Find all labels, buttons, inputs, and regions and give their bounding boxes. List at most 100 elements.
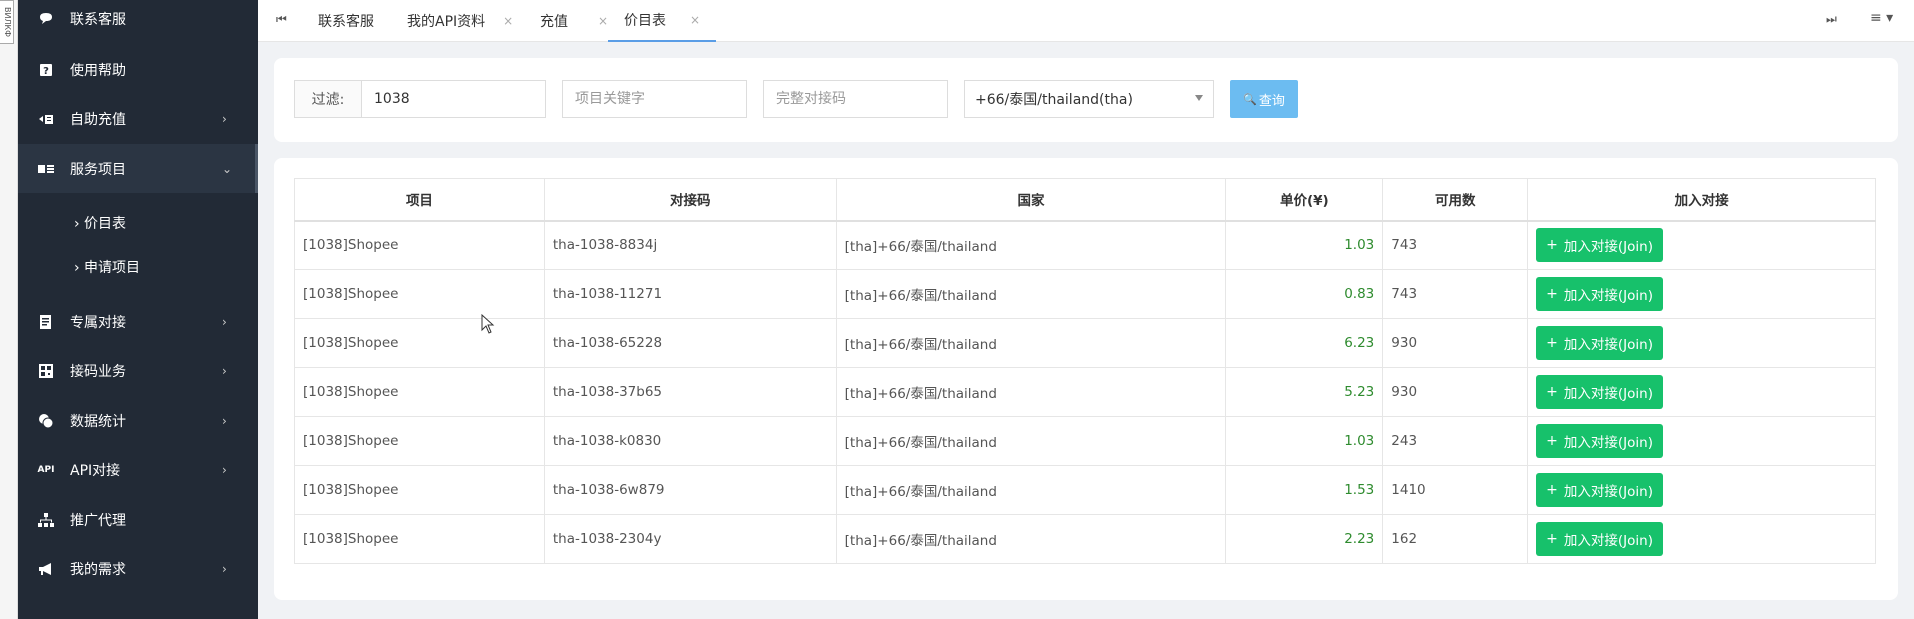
join-button-label: 加入对接(Join) (1563, 239, 1653, 256)
tab-label: 我的API资料 (407, 14, 486, 30)
join-button[interactable]: + 加入对接(Join) (1536, 326, 1663, 360)
sidebar-item-exclusive[interactable]: 专属对接 › (18, 297, 258, 346)
cell-join: + 加入对接(Join) (1527, 220, 1876, 270)
caret-down-icon (1195, 95, 1203, 101)
join-button-label: 加入对接(Join) (1563, 533, 1653, 549)
column-header-price: 单价(¥) (1225, 178, 1384, 222)
query-button[interactable]: 🔍 查询 (1230, 80, 1298, 118)
plus-icon: + (1546, 482, 1558, 498)
table-row: [1038]Shopee tha-1038-11271 [tha]+66/泰国/… (294, 269, 1876, 319)
menu-icon[interactable]: ≡ ▾ (1870, 10, 1893, 26)
scroll-first-icon[interactable]: ⏮ (276, 12, 287, 27)
sidebar-item-label: 专属对接 (70, 314, 126, 331)
search-icon: 🔍 (1243, 92, 1257, 106)
sidebar-subitem-label: › 申请项目 (74, 260, 141, 276)
sidebar-item-label: 服务项目 (70, 161, 126, 178)
sidebar-item-sms-code[interactable]: 接码业务 › (18, 346, 258, 395)
sidebar-subitem-price-list[interactable]: › 价目表 (18, 201, 258, 245)
join-button[interactable]: + 加入对接(Join) (1536, 424, 1663, 458)
join-button-label: 加入对接(Join) (1563, 435, 1653, 451)
cell-join: + 加入对接(Join) (1527, 416, 1876, 466)
sidebar-item-my-demand[interactable]: 我的需求 › (18, 544, 258, 593)
filter-input[interactable] (361, 80, 546, 118)
svg-text:?: ? (43, 66, 49, 77)
sidebar-item-help[interactable]: ? 使用帮助 (18, 45, 258, 94)
join-button-label: 加入对接(Join) (1563, 288, 1653, 304)
tab-my-api[interactable]: 我的API资料 × (407, 0, 513, 42)
code-input[interactable] (763, 80, 948, 118)
cell-join: + 加入对接(Join) (1527, 367, 1876, 417)
plus-icon: + (1546, 286, 1558, 302)
document-icon (38, 314, 54, 330)
sidebar-item-api[interactable]: API API对接 › (18, 445, 258, 494)
sidebar-item-service[interactable]: 服务项目 ⌄ (18, 144, 258, 193)
join-button[interactable]: + 加入对接(Join) (1536, 277, 1663, 311)
left-strip: ВИЛКФ (0, 0, 18, 619)
country-select[interactable]: +66/泰国/thailand(tha) (964, 80, 1214, 118)
join-button[interactable]: + 加入对接(Join) (1536, 228, 1663, 263)
tab-price-list[interactable]: 价目表 × (608, 0, 717, 42)
cell-project: [1038]Shopee (294, 416, 545, 466)
left-edge-tab[interactable]: ВИЛКФ (0, 0, 14, 44)
cell-price: 1.53 (1225, 465, 1384, 515)
cell-available: 243 (1382, 416, 1529, 466)
cell-available: 743 (1382, 220, 1529, 270)
close-icon[interactable]: × (503, 14, 513, 28)
sidebar-item-promotion[interactable]: 推广代理 (18, 495, 258, 544)
table-row: [1038]Shopee tha-1038-2304y [tha]+66/泰国/… (294, 514, 1876, 564)
cell-project: [1038]Shopee (294, 318, 545, 368)
cell-code: tha-1038-8834j (543, 220, 837, 270)
cell-project: [1038]Shopee (294, 465, 545, 515)
sitemap-icon (38, 512, 54, 528)
cell-available: 743 (1382, 269, 1529, 319)
chevron-right-icon: › (222, 462, 227, 477)
tab-contact[interactable]: 联系客服 (318, 0, 374, 42)
close-icon[interactable]: × (690, 13, 700, 27)
cell-join: + 加入对接(Join) (1527, 269, 1876, 319)
join-button[interactable]: + 加入对接(Join) (1536, 522, 1663, 556)
plus-icon: + (1546, 335, 1558, 351)
cell-available: 162 (1382, 514, 1529, 564)
sidebar-item-statistics[interactable]: 数据统计 › (18, 396, 258, 445)
sidebar-item-contact[interactable]: 联系客服 (18, 0, 258, 43)
sidebar-item-label: 联系客服 (70, 11, 126, 28)
sidebar-item-label: 数据统计 (70, 413, 126, 430)
tab-recharge[interactable]: 充值 × (540, 0, 608, 42)
cell-country: [tha]+66/泰国/thailand (835, 220, 1227, 270)
scroll-last-icon[interactable]: ⏭ (1826, 12, 1837, 27)
chevron-right-icon: › (222, 314, 227, 329)
cell-country: [tha]+66/泰国/thailand (835, 318, 1227, 368)
cell-available: 1410 (1382, 465, 1529, 515)
service-icon (38, 161, 54, 177)
close-icon[interactable]: × (598, 14, 608, 28)
cell-country: [tha]+66/泰国/thailand (835, 367, 1227, 417)
cell-available: 930 (1382, 367, 1529, 417)
cell-price: 6.23 (1225, 318, 1384, 368)
cell-code: tha-1038-2304y (543, 514, 837, 564)
cell-join: + 加入对接(Join) (1527, 318, 1876, 368)
sidebar-subitem-apply-project[interactable]: › 申请项目 (18, 245, 258, 289)
join-button[interactable]: + 加入对接(Join) (1536, 473, 1663, 507)
sidebar-item-label: 使用帮助 (70, 62, 126, 79)
table-row: [1038]Shopee tha-1038-8834j [tha]+66/泰国/… (294, 220, 1876, 270)
plus-icon: + (1546, 384, 1558, 400)
join-button-label: 加入对接(Join) (1563, 337, 1653, 353)
query-button-label: 查询 (1258, 93, 1285, 109)
cell-price: 1.03 (1225, 220, 1384, 270)
api-icon: API (37, 464, 55, 475)
join-button[interactable]: + 加入对接(Join) (1536, 375, 1663, 409)
cell-available: 930 (1382, 318, 1529, 368)
column-header-available: 可用数 (1382, 178, 1529, 222)
chat-icon (38, 11, 54, 27)
plus-icon: + (1546, 531, 1558, 547)
keyword-input[interactable] (562, 80, 747, 118)
coins-icon (38, 413, 54, 429)
join-button-label: 加入对接(Join) (1563, 484, 1653, 500)
table-header-row: 项目 对接码 国家 单价(¥) 可用数 加入对接 (294, 178, 1876, 222)
cell-code: tha-1038-65228 (543, 318, 837, 368)
cell-code: tha-1038-6w879 (543, 465, 837, 515)
cell-join: + 加入对接(Join) (1527, 514, 1876, 564)
column-header-code: 对接码 (543, 178, 837, 222)
sidebar-item-recharge[interactable]: 自助充值 › (18, 94, 258, 143)
mouse-cursor-icon (481, 314, 495, 334)
